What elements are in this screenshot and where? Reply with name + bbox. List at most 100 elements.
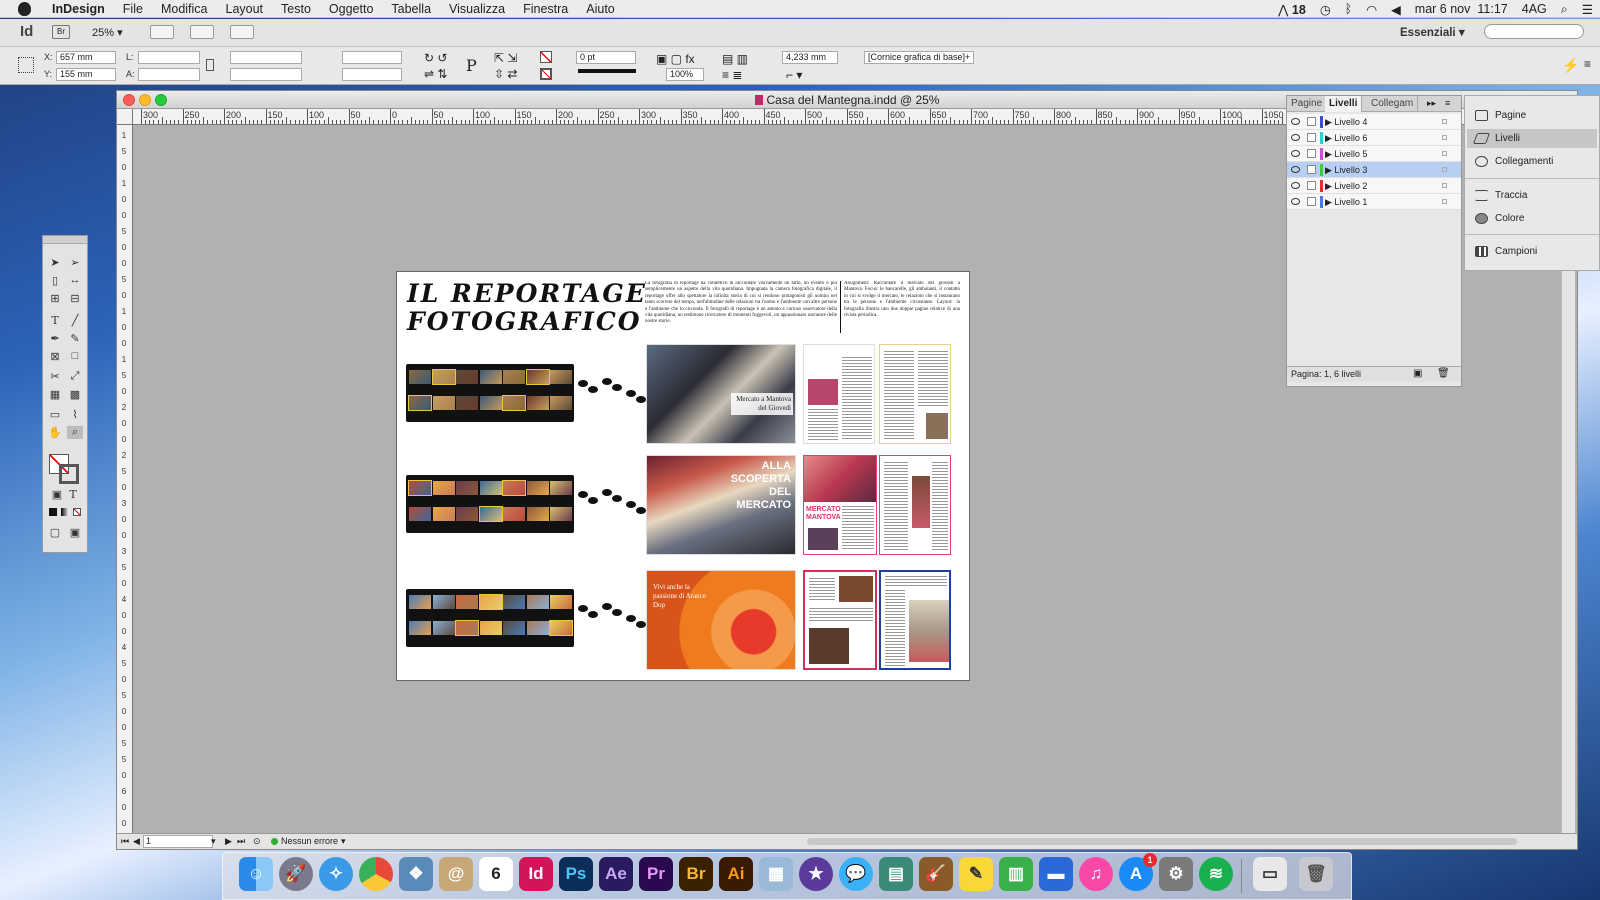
constrain-proportions-icon[interactable] [206, 59, 214, 71]
text-wrap-icon[interactable]: ▤ ▥ [722, 52, 748, 66]
menu-file[interactable]: File [114, 2, 152, 16]
prev-page-button[interactable]: ◀ [133, 834, 140, 849]
selection-tool-icon[interactable]: ➤ [47, 256, 63, 269]
y-position-field[interactable]: 155 mm [56, 68, 116, 81]
preview-viewer-icon[interactable]: ▦ [759, 857, 793, 891]
user-name[interactable]: 4AG [1515, 2, 1554, 16]
delete-layer-icon[interactable]: 🗑 [1437, 368, 1450, 379]
free-transform-tool-icon[interactable]: ⤢ [67, 370, 83, 383]
tab-collegamenti[interactable]: Collegam [1367, 96, 1419, 112]
apple-icon[interactable] [18, 1, 31, 16]
illustrator-dock-icon[interactable]: Ai [719, 857, 753, 891]
menu-visualizza[interactable]: Visualizza [440, 2, 514, 16]
panel-collapse-icon[interactable]: ▸▸ [1427, 98, 1436, 109]
panel-options-icon[interactable]: ≡ [1445, 98, 1450, 108]
contact-sheet-3[interactable] [406, 589, 574, 647]
pencil-tool-icon[interactable]: ✎ [67, 332, 83, 345]
flip-icon[interactable]: ⇌ ⇅ [424, 67, 447, 81]
reference-point-icon[interactable] [18, 57, 34, 73]
menu-tabella[interactable]: Tabella [382, 2, 440, 16]
minimize-window-button[interactable] [139, 94, 151, 106]
spread-1-page-2[interactable] [803, 344, 875, 444]
content-placer-icon[interactable]: ⊟ [67, 292, 83, 305]
layer-row[interactable]: ▶ Livello 4 [1287, 114, 1461, 130]
layer-visibility-icon[interactable] [1291, 134, 1300, 141]
contact-sheet-1[interactable] [406, 364, 574, 422]
tab-pagine[interactable]: Pagine [1287, 96, 1328, 112]
view-mode-icon[interactable]: ▢ [47, 526, 63, 539]
bridge-button[interactable]: Br [52, 25, 70, 39]
spread-3-page-3[interactable] [879, 570, 951, 670]
layer-row[interactable]: ▶ Livello 3 [1287, 162, 1461, 178]
layer-target-icon[interactable] [1442, 199, 1447, 204]
frame-size-field[interactable]: 4,233 mm [782, 51, 838, 64]
notes-icon[interactable]: ✎ [959, 857, 993, 891]
spread-3-page-2[interactable] [803, 570, 877, 670]
menu-finestra[interactable]: Finestra [514, 2, 577, 16]
layer-target-icon[interactable] [1442, 135, 1447, 140]
layer-visibility-icon[interactable] [1291, 166, 1300, 173]
layer-lock-toggle[interactable] [1307, 197, 1316, 206]
preflight-status-text[interactable]: Nessun errore [281, 834, 338, 849]
menu-app-name[interactable]: InDesign [43, 2, 114, 16]
dock-item-colore[interactable]: Colore [1467, 209, 1597, 228]
fill-swatch-icon[interactable] [540, 51, 552, 63]
dock-item-collegamenti[interactable]: Collegamenti [1467, 152, 1597, 171]
ruler-origin[interactable] [117, 109, 133, 125]
adobe-cc-icon[interactable]: ⋀ 18 [1271, 2, 1313, 17]
close-window-button[interactable] [123, 94, 135, 106]
keynote-icon[interactable]: ▬ [1039, 857, 1073, 891]
chrome-icon[interactable] [359, 857, 393, 891]
fill-stroke-swatch-icon[interactable] [49, 454, 79, 484]
line-tool-icon[interactable]: ╱ [67, 314, 83, 327]
new-layer-icon[interactable]: ▣ [1413, 368, 1422, 379]
wifi-icon[interactable]: ◠ [1359, 2, 1384, 17]
opacity-field[interactable]: 100% [666, 68, 704, 81]
eyedropper-tool-icon[interactable]: ⌇ [67, 408, 83, 421]
clock-date[interactable]: mar 6 nov [1408, 2, 1478, 16]
after-effects-dock-icon[interactable]: Ae [599, 857, 633, 891]
app-store-icon[interactable]: A1 [1119, 853, 1157, 891]
spread-2-photo[interactable]: ALLA SCOPERTA DEL MERCATO [646, 455, 796, 555]
dock-item-pagine[interactable]: Pagine [1467, 106, 1597, 125]
safari-icon[interactable]: ✧ [319, 857, 353, 891]
apply-color-icon[interactable] [49, 508, 57, 516]
page-dropdown-icon[interactable]: ▾ [211, 834, 216, 849]
formatting-container-icon[interactable]: ▣ [49, 488, 65, 501]
contacts-icon[interactable]: @ [439, 857, 473, 891]
menu-layout[interactable]: Layout [217, 2, 273, 16]
x-position-field[interactable]: 657 mm [56, 51, 116, 64]
gradient-feather-tool-icon[interactable]: ▩ [67, 388, 83, 401]
vertical-ruler[interactable]: 1 5 0 1 0 0 5 0 0 5 0 1 0 0 1 5 0 2 0 0 2 5 0 3 0 0 3 5 0 4 0 0 4 5 0 5 0 0 5 5… [117, 125, 133, 833]
menu-modifica[interactable]: Modifica [152, 2, 217, 16]
direct-selection-tool-icon[interactable]: ➢ [67, 256, 83, 269]
height-field[interactable] [138, 68, 200, 81]
itunes-icon[interactable]: ♫ [1079, 857, 1113, 891]
page-number-field[interactable]: 1 [143, 835, 213, 848]
corner-options-icon[interactable]: ⌐ ▾ [786, 68, 802, 82]
spotlight-icon[interactable]: ⌕ [1554, 2, 1575, 17]
spread-1-page-3[interactable] [879, 344, 951, 444]
rotate-icon[interactable]: ↻ ↺ [424, 51, 447, 65]
layer-target-icon[interactable] [1442, 119, 1447, 124]
system-preferences-icon[interactable]: ⚙ [1159, 857, 1193, 891]
zoom-tool-icon[interactable]: ⌕ [67, 426, 83, 439]
view-options-button[interactable] [150, 25, 174, 39]
spread-3-photo[interactable]: Vivi anche la passione di Arance Dop [646, 570, 796, 670]
page-tool-icon[interactable]: ▯ [47, 274, 63, 287]
menu-testo[interactable]: Testo [272, 2, 320, 16]
spread-2-page-3[interactable] [879, 455, 951, 555]
photos-icon[interactable]: ▤ [879, 857, 913, 891]
spread-1-photo[interactable]: Mercato a Mantova del Giovedì [646, 344, 796, 444]
layer-lock-toggle[interactable] [1307, 165, 1316, 174]
horizontal-scrollbar[interactable] [807, 838, 1517, 845]
layer-lock-toggle[interactable] [1307, 117, 1316, 126]
screen-mode-icon[interactable]: ▣ [67, 526, 83, 539]
stroke-swatch-icon[interactable] [540, 68, 552, 80]
layer-row[interactable]: ▶ Livello 2 [1287, 178, 1461, 194]
messages-icon[interactable]: 💬 [839, 857, 873, 891]
quick-apply-icon[interactable]: ⚡ [1562, 57, 1579, 74]
panel-menu-icon[interactable]: ≡ [1584, 57, 1591, 71]
pen-tool-icon[interactable]: ✒ [47, 332, 63, 345]
screen-mode-button[interactable] [190, 25, 214, 39]
